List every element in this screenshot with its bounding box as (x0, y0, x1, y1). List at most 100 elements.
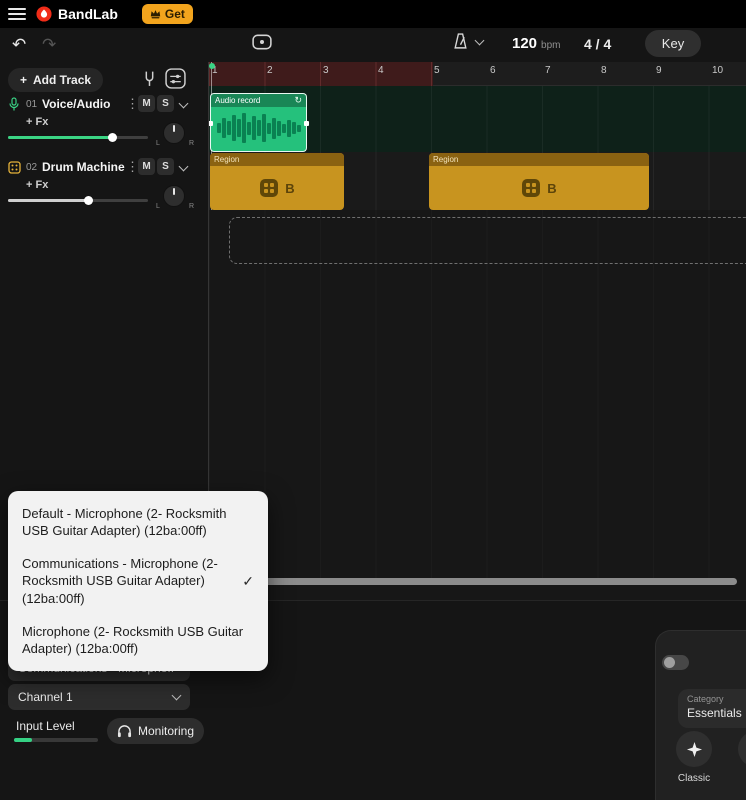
get-label: Get (164, 7, 185, 21)
key-button[interactable]: Key (645, 30, 701, 57)
chevron-down-icon (474, 35, 485, 45)
drum-machine-icon (260, 179, 279, 197)
tuner-button[interactable] (142, 70, 157, 90)
undo-button[interactable]: ↶ (12, 36, 26, 53)
metronome-button[interactable] (452, 33, 485, 50)
timeline-ruler[interactable]: 1 2 3 4 5 6 7 8 9 10 (209, 62, 746, 86)
channel-select[interactable]: Channel 1 (8, 684, 190, 710)
pan-right-label: R (189, 203, 195, 210)
sparkle-icon (686, 741, 702, 757)
ruler-bar-number: 9 (656, 65, 662, 76)
waveform (211, 107, 306, 149)
metronome-icon (454, 33, 467, 49)
volume-slider-handle[interactable] (108, 133, 117, 142)
plus-icon: + (20, 73, 28, 87)
menu-item-communications-mic[interactable]: Communications - Microphone (2- Rocksmit… (8, 547, 268, 614)
ruler-bar-number: 10 (712, 65, 724, 76)
presets-toggle[interactable] (662, 655, 689, 670)
drum-region[interactable]: Region B (210, 153, 344, 210)
add-track-label: Add Track (33, 73, 92, 87)
pan-knob[interactable] (163, 185, 185, 207)
brand-name: BandLab (58, 6, 118, 22)
mute-button[interactable]: M (138, 95, 155, 112)
pan-left-label: L (156, 203, 160, 210)
headphones-icon (117, 725, 132, 738)
monitoring-label: Monitoring (138, 724, 195, 738)
menu-item-microphone[interactable]: Microphone (2- Rocksmith USB Guitar Adap… (8, 615, 268, 665)
solo-button[interactable]: S (157, 95, 174, 112)
playhead-marker[interactable] (209, 63, 215, 69)
drum-machine-icon (522, 179, 541, 197)
input-level-fill (14, 738, 32, 742)
track-name[interactable]: Voice/Audio (42, 97, 110, 111)
voice-presets-panel: Category Essentials Classic Du (655, 630, 746, 800)
get-membership-button[interactable]: Get (141, 4, 193, 24)
tuner-icon (145, 71, 154, 86)
menu-item-label: Microphone (2- Rocksmith USB Guitar Adap… (22, 623, 244, 656)
menu-item-label: Communications - Microphone (2- Rocksmit… (22, 556, 218, 606)
category-selector[interactable]: Category Essentials (678, 689, 746, 728)
add-fx-button[interactable]: + Fx (26, 179, 48, 191)
bpm-display[interactable]: 120 bpm (512, 35, 560, 52)
track-number: 02 (26, 162, 38, 173)
bpm-unit: bpm (541, 40, 561, 51)
pan-knob[interactable] (163, 122, 185, 144)
microphone-menu: Default - Microphone (2- Rocksmith USB G… (8, 491, 268, 672)
ruler-bar-number: 2 (267, 65, 273, 76)
chevron-down-icon (171, 690, 182, 701)
preset-classic[interactable]: Classic (672, 731, 716, 784)
region-label: Region (214, 155, 240, 164)
bpm-value: 120 (512, 35, 538, 52)
menu-item-label: Default - Microphone (2- Rocksmith USB G… (22, 506, 227, 539)
mute-button[interactable]: M (138, 158, 155, 175)
volume-slider-handle[interactable] (84, 196, 93, 205)
input-level-meter (14, 738, 98, 742)
menu-icon[interactable] (8, 8, 26, 20)
ruler-bar-number: 7 (545, 65, 551, 76)
monitoring-button[interactable]: Monitoring (107, 718, 205, 744)
region-label: Audio record (215, 96, 261, 105)
menu-item-default-mic[interactable]: Default - Microphone (2- Rocksmith USB G… (8, 497, 268, 547)
drum-machine-track-icon (8, 161, 21, 174)
loop-icon[interactable]: ↻ (294, 95, 302, 106)
mixer-button[interactable] (165, 68, 186, 92)
timeline-area: 1 2 3 4 5 6 7 8 9 10 Audio record ↻ Regi… (208, 62, 746, 600)
track-voice-audio: 01 Voice/Audio ⋮ M S + Fx L R (0, 95, 200, 155)
mixer-icon (165, 68, 186, 89)
time-signature[interactable]: 4 / 4 (584, 36, 611, 52)
ruler-bar-number: 6 (490, 65, 496, 76)
track-collapse-chevron[interactable] (178, 98, 189, 109)
add-track-button[interactable]: + Add Track (8, 68, 104, 92)
category-label: Category (687, 694, 724, 704)
top-app-bar: BandLab Get (0, 0, 746, 28)
ruler-bar-number: 4 (378, 65, 384, 76)
video-icon (252, 34, 272, 50)
redo-button[interactable]: ↷ (42, 36, 56, 53)
audio-record-region[interactable]: Audio record ↻ (209, 93, 309, 152)
ruler-bar-number: 5 (434, 65, 440, 76)
bandlab-home-link[interactable]: BandLab (36, 6, 118, 22)
horizontal-scrollbar[interactable] (213, 578, 737, 585)
channel-value: Channel 1 (18, 690, 73, 704)
solo-button[interactable]: S (157, 158, 174, 175)
region-label: Region (433, 155, 459, 164)
volume-slider[interactable] (8, 196, 148, 205)
microphone-icon (9, 97, 19, 111)
track-name[interactable]: Drum Machine (42, 160, 125, 174)
ruler-bar-number: 8 (601, 65, 607, 76)
input-level-label: Input Level (16, 719, 75, 733)
region-resize-handle-left[interactable] (209, 120, 213, 126)
track-drum-machine: 02 Drum Machine ⋮ M S + Fx L R (0, 158, 200, 218)
volume-slider[interactable] (8, 133, 148, 142)
preset-label: Classic (677, 773, 711, 784)
track-number: 01 (26, 99, 38, 110)
preset-duo[interactable]: Du (734, 731, 746, 784)
drum-region[interactable]: Region B (429, 153, 649, 210)
video-button[interactable] (252, 33, 272, 54)
region-badge: B (285, 180, 295, 196)
bandlab-studio-app: BandLab Get ↶ ↷ 120 bpm 4 / 4 Key + Add … (0, 0, 746, 800)
region-resize-handle-right[interactable] (304, 120, 309, 126)
lane-empty (209, 210, 746, 578)
track-collapse-chevron[interactable] (178, 161, 189, 172)
add-fx-button[interactable]: + Fx (26, 116, 48, 128)
